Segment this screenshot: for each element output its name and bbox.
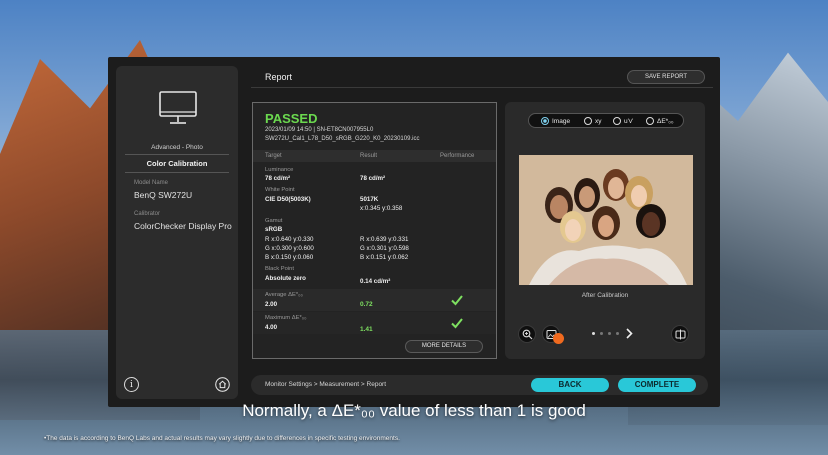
average-de-result: 0.72	[360, 301, 373, 308]
image-panel: Image xy u'v' ΔE*₀₀ After Calibration	[505, 102, 705, 359]
view-option-xy[interactable]: xy	[584, 117, 602, 125]
radio-icon	[584, 117, 592, 125]
column-performance: Performance	[440, 153, 475, 159]
calibrator-label: Calibrator	[134, 211, 161, 217]
check-icon	[451, 318, 463, 329]
luminance-target: 78 cd/m²	[265, 175, 291, 182]
radio-selected-icon	[541, 117, 549, 125]
average-de-target: 2.00	[265, 301, 278, 308]
view-option-image-label: Image	[552, 117, 571, 125]
more-details-button[interactable]: MORE DETAILS	[405, 340, 483, 353]
column-result: Result	[360, 153, 378, 159]
gamut-result-r: R x:0.639 y:0.331	[360, 236, 409, 243]
white-point-result-k: 5017K	[360, 196, 379, 203]
maximum-de-target: 4.00	[265, 324, 278, 331]
view-option-uv-label: u'v'	[624, 117, 634, 125]
breadcrumb: Monitor Settings > Measurement > Report	[265, 381, 387, 388]
view-option-delta-e-label: ΔE*₀₀	[657, 117, 674, 125]
footer-bar: Monitor Settings > Measurement > Report …	[251, 375, 708, 395]
luminance-label: Luminance	[265, 167, 294, 173]
image-caption: After Calibration	[581, 292, 629, 299]
sidebar: Advanced - Photo Color Calibration Model…	[116, 66, 238, 399]
video-caption: Normally, a ΔE*₀₀ value of less than 1 i…	[242, 401, 586, 420]
gamut-result-b: B x:0.151 y:0.062	[360, 254, 409, 261]
check-icon	[451, 295, 463, 306]
back-button[interactable]: BACK	[531, 378, 609, 392]
gamut-name: sRGB	[265, 226, 283, 233]
maximum-de-result: 1.41	[360, 326, 373, 333]
gamut-target-b: B x:0.150 y:0.060	[265, 254, 314, 261]
radio-icon	[613, 117, 621, 125]
black-point-label: Black Point	[265, 266, 294, 272]
report-datetime: 2023/01/09 14:50 | SN-ET8CN007955L0	[265, 127, 374, 133]
header-divider	[251, 87, 713, 88]
view-option-uv[interactable]: u'v'	[613, 117, 633, 125]
sample-photo	[519, 155, 693, 285]
gamut-label: Gamut	[265, 218, 283, 224]
compare-view-button[interactable]	[671, 325, 689, 343]
split-view-icon	[675, 329, 685, 339]
zoom-in-icon	[522, 329, 532, 339]
monitor-icon	[159, 91, 197, 124]
luminance-result: 78 cd/m²	[360, 175, 386, 182]
report-file: SW272U_Cal1_L78_D50_sRGB_G220_K0_2023010…	[265, 136, 420, 142]
page-dot[interactable]	[608, 332, 611, 335]
table-header: Target Result Performance	[253, 150, 496, 162]
info-icon[interactable]: i	[124, 377, 139, 392]
view-option-image[interactable]: Image	[541, 117, 570, 125]
black-point-target: Absolute zero	[265, 275, 306, 282]
maximum-de-row: Maximum ΔE*₀₀ 4.00 1.41	[253, 312, 496, 334]
save-report-button[interactable]: SAVE REPORT	[627, 70, 705, 84]
black-point-result: 0.14 cd/m²	[360, 278, 391, 285]
white-point-target: CIE D50(5003K)	[265, 196, 311, 203]
maximum-de-label: Maximum ΔE*₀₀	[265, 315, 307, 321]
view-option-delta-e[interactable]: ΔE*₀₀	[646, 117, 674, 125]
zoom-in-button[interactable]	[518, 325, 536, 343]
radio-icon	[646, 117, 654, 125]
complete-button[interactable]: COMPLETE	[618, 378, 696, 392]
view-toggle: Image xy u'v' ΔE*₀₀	[528, 113, 684, 128]
page-dot-active[interactable]	[592, 332, 595, 335]
page-dot[interactable]	[600, 332, 603, 335]
gamut-target-r: R x:0.640 y:0.330	[265, 236, 314, 243]
average-de-row: Average ΔE*₀₀ 2.00 0.72	[253, 289, 496, 311]
cursor-badge	[553, 333, 564, 344]
gamut-target-g: G x:0.300 y:0.600	[265, 245, 314, 252]
sidebar-title: Color Calibration	[125, 154, 229, 173]
home-icon[interactable]	[215, 377, 230, 392]
disclaimer-footnote: •The data is according to BenQ Labs and …	[44, 435, 400, 442]
white-point-result-xy: x:0.345 y:0.358	[360, 205, 403, 212]
white-point-label: White Point	[265, 187, 295, 193]
gamut-result-g: G x:0.301 y:0.598	[360, 245, 409, 252]
page-dot[interactable]	[616, 332, 619, 335]
model-name-value: BenQ SW272U	[134, 190, 193, 200]
chevron-right-icon[interactable]	[625, 328, 633, 339]
average-de-label: Average ΔE*₀₀	[265, 292, 303, 298]
model-name-label: Model Name	[134, 180, 169, 186]
status-passed: PASSED	[265, 111, 318, 126]
column-target: Target	[265, 153, 282, 159]
mode-label: Advanced - Photo	[151, 144, 203, 151]
page-title: Report	[265, 72, 293, 82]
report-card: PASSED 2023/01/09 14:50 | SN-ET8CN007955…	[252, 102, 497, 359]
calibration-window: Advanced - Photo Color Calibration Model…	[108, 57, 720, 407]
view-option-xy-label: xy	[595, 117, 602, 125]
calibrator-value: ColorChecker Display Pro	[134, 221, 232, 231]
